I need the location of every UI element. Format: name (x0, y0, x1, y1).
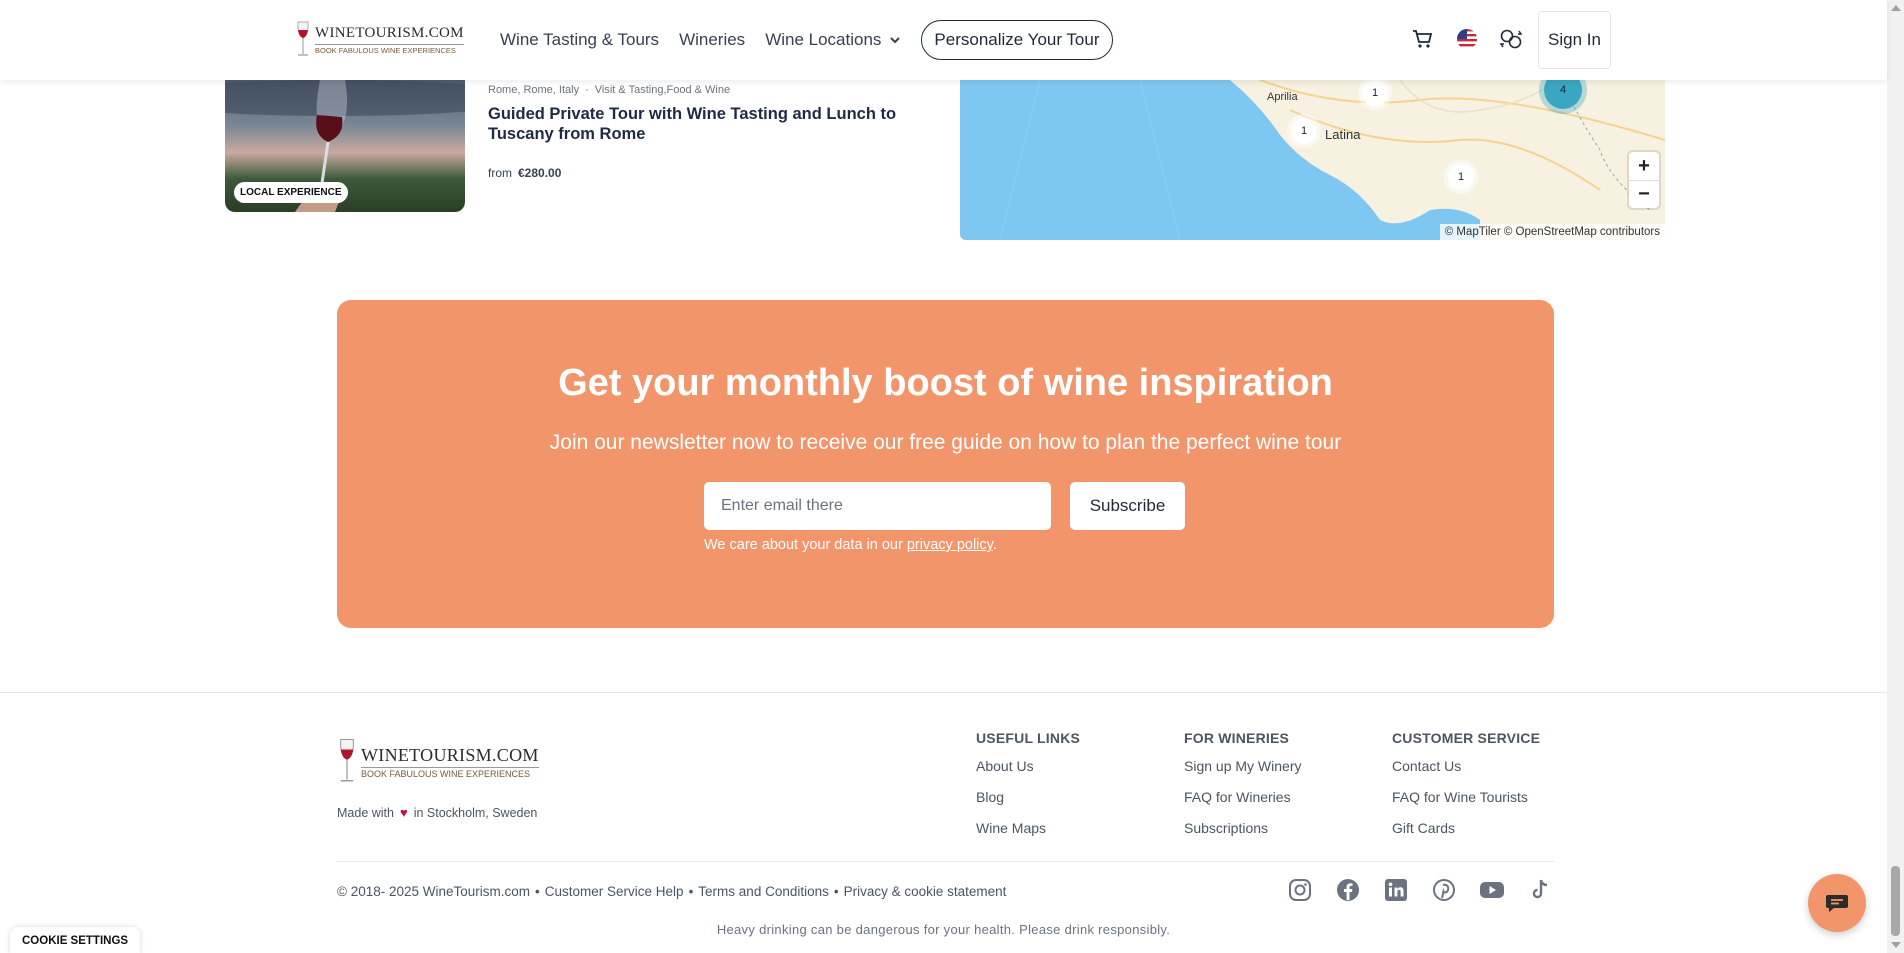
footer-link-faq-tourists[interactable]: FAQ for Wine Tourists (1392, 789, 1540, 805)
nav-wine-locations-label: Wine Locations (765, 30, 882, 49)
main-nav: Wine Tasting & Tours Wineries Wine Locat… (500, 19, 1113, 61)
sign-in-button[interactable]: Sign In (1538, 11, 1611, 69)
tour-price-prefix: from (488, 166, 512, 180)
logo-name: WINETOURISM.COM (315, 24, 464, 41)
privacy-policy-link[interactable]: privacy policy (907, 537, 993, 553)
footer-link-sign-up-winery[interactable]: Sign up My Winery (1184, 758, 1301, 774)
tiktok-icon[interactable] (1527, 877, 1553, 903)
chat-icon (1826, 895, 1848, 912)
instagram-icon[interactable] (1287, 877, 1313, 903)
footer-column-title: USEFUL LINKS (976, 730, 1081, 746)
footer-link-gift-cards[interactable]: Gift Cards (1392, 820, 1540, 836)
linkedin-icon[interactable] (1383, 877, 1409, 903)
footer-link-wine-maps[interactable]: Wine Maps (976, 820, 1080, 836)
scroll-up-arrow-icon[interactable] (1891, 5, 1901, 11)
tour-categories: Visit & Tasting,Food & Wine (594, 84, 731, 96)
footer-link-privacy[interactable]: Privacy & cookie statement (844, 884, 1007, 899)
newsletter-email-input[interactable] (704, 482, 1051, 530)
map-cluster[interactable]: 1 (1362, 80, 1388, 106)
footer-link-blog[interactable]: Blog (976, 789, 1080, 805)
separator: • (833, 884, 839, 899)
health-warning: Heavy drinking can be dangerous for your… (716, 922, 1171, 937)
footer-link-subscriptions[interactable]: Subscriptions (1184, 820, 1301, 836)
zoom-out-button[interactable]: − (1629, 180, 1659, 208)
scroll-down-arrow-icon[interactable] (1891, 942, 1901, 948)
chevron-down-icon (890, 37, 901, 44)
logo-tagline: BOOK FABULOUS WINE EXPERIENCES (315, 43, 464, 55)
scroll-thumb[interactable] (1891, 866, 1900, 936)
footer-logo[interactable]: WINETOURISM.COM BOOK FABULOUS WINE EXPER… (337, 734, 539, 790)
tour-meta: Rome, Rome, Italy · Visit & Tasting,Food &… (488, 84, 731, 96)
separator: • (688, 884, 694, 899)
local-experience-badge: LOCAL EXPERIENCE (234, 182, 348, 203)
footer-link-contact-us[interactable]: Contact Us (1392, 758, 1540, 774)
footer-link-faq-wineries[interactable]: FAQ for Wineries (1184, 789, 1301, 805)
personalize-tour-button[interactable]: Personalize Your Tour (921, 20, 1113, 60)
nav-wine-locations[interactable]: Wine Locations (765, 30, 901, 50)
footer-column-title: CUSTOMER SERVICE (1392, 730, 1541, 746)
tour-price: from €280.00 (488, 166, 561, 180)
map-attribution[interactable]: © MapTiler © OpenStreetMap contributors (1439, 224, 1665, 240)
cart-icon[interactable] (1410, 26, 1436, 52)
page-scrollbar[interactable] (1887, 0, 1904, 953)
tour-location: Rome, Rome, Italy (488, 84, 580, 96)
chat-widget-button[interactable] (1808, 874, 1866, 932)
wine-glass-logo-icon (297, 21, 309, 56)
newsletter-title: Get your monthly boost of wine inspirati… (558, 362, 1333, 404)
subscribe-button[interactable]: Subscribe (1070, 482, 1185, 530)
footer-link-customer-service-help[interactable]: Customer Service Help (545, 884, 684, 899)
copyright: © 2018- 2025 WineTourism.com (337, 884, 531, 899)
nav-wine-tasting-tours[interactable]: Wine Tasting & Tours (500, 30, 659, 50)
footer-divider-bottom (337, 861, 1554, 862)
footer-logo-name: WINETOURISM.COM (361, 744, 539, 765)
footer-divider-top (0, 692, 1887, 693)
cookie-settings-button[interactable]: COOKIE SETTINGS (10, 927, 141, 953)
privacy-note: We care about your data in our privacy p… (704, 537, 997, 553)
tour-image[interactable]: LOCAL EXPERIENCE (225, 80, 465, 212)
map-zoom-controls: + − (1629, 152, 1659, 208)
footer-link-terms[interactable]: Terms and Conditions (698, 884, 829, 899)
made-with-suffix: in Stockholm, Sweden (413, 805, 538, 820)
map-city-latina: Latina (1325, 127, 1361, 142)
newsletter-section: Get your monthly boost of wine inspirati… (337, 300, 1554, 628)
footer-column-useful-links: USEFUL LINKS About Us Blog Wine Maps (976, 730, 1080, 851)
pinterest-icon[interactable] (1431, 877, 1457, 903)
footer-column-title: FOR WINERIES (1184, 730, 1290, 746)
footer-legal-row: © 2018- 2025 WineTourism.com • Customer Se… (337, 884, 1006, 899)
made-with-prefix: Made with (337, 805, 394, 820)
map-city-aprilia: Aprilia (1267, 91, 1298, 103)
footer-logo-tagline: BOOK FABULOUS WINE EXPERIENCES (361, 766, 539, 779)
made-with-note: Made with ♥ in Stockholm, Sweden (337, 805, 537, 820)
footer-column-customer-service: CUSTOMER SERVICE Contact Us FAQ for Wine… (1392, 730, 1540, 851)
facebook-icon[interactable] (1335, 877, 1361, 903)
header-icons (1410, 26, 1542, 52)
site-logo[interactable]: WINETOURISM.COM BOOK FABULOUS WINE EXPER… (295, 20, 464, 60)
newsletter-subtitle: Join our newsletter now to receive our f… (549, 431, 1342, 454)
map-cluster[interactable]: 1 (1448, 164, 1474, 190)
footer-column-for-wineries: FOR WINERIES Sign up My Winery FAQ for W… (1184, 730, 1301, 851)
tour-price-value: €280.00 (518, 166, 562, 180)
privacy-note-prefix: We care about your data in our (704, 537, 907, 553)
social-links (1287, 877, 1575, 903)
heart-icon: ♥ (399, 805, 408, 820)
wine-glass-logo-icon (340, 739, 354, 782)
separator: • (535, 884, 540, 899)
zoom-in-button[interactable]: + (1629, 152, 1659, 180)
nav-wineries[interactable]: Wineries (679, 30, 745, 50)
tour-title[interactable]: Guided Private Tour with Wine Tasting an… (488, 104, 898, 144)
us-flag-icon[interactable] (1454, 26, 1480, 52)
youtube-icon[interactable] (1479, 877, 1505, 903)
map-cluster[interactable]: 1 (1291, 118, 1317, 144)
footer-link-about-us[interactable]: About Us (976, 758, 1080, 774)
privacy-note-suffix: . (992, 537, 997, 553)
site-header: WINETOURISM.COM BOOK FABULOUS WINE EXPER… (0, 0, 1887, 80)
currency-exchange-icon[interactable] (1498, 26, 1524, 52)
tours-map[interactable]: Aprilia Latina 1 4 1 1 + − © MapTiler © … (960, 80, 1665, 240)
